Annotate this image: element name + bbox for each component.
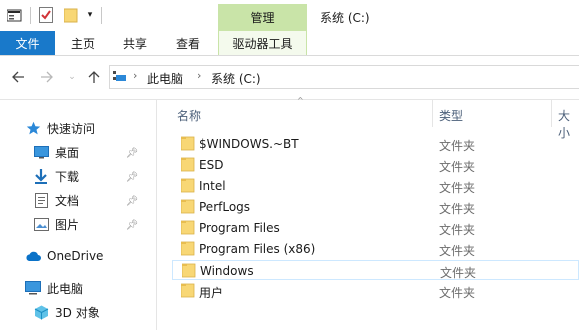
star-icon bbox=[25, 120, 41, 136]
file-type: 文件夹 bbox=[439, 181, 476, 195]
document-icon bbox=[33, 192, 49, 208]
folder-icon bbox=[181, 220, 195, 235]
window-title: 系统 (C:) bbox=[320, 11, 370, 25]
up-button[interactable] bbox=[86, 69, 102, 85]
folder-icon bbox=[181, 178, 195, 193]
nav-label: 下载 bbox=[55, 169, 80, 184]
file-row[interactable]: PerfLogs 文件夹 bbox=[172, 197, 579, 217]
back-arrow-icon bbox=[11, 71, 24, 83]
tab-drive-tools[interactable]: 驱动器工具 bbox=[218, 31, 307, 55]
properties-icon[interactable] bbox=[38, 6, 54, 24]
column-header-type[interactable]: 类型 bbox=[439, 107, 463, 124]
ribbon-tabs: 文件 主页 共享 查看 驱动器工具 bbox=[0, 31, 579, 56]
folder-icon bbox=[182, 263, 196, 278]
file-name: Intel bbox=[199, 179, 226, 193]
file-name: Program Files bbox=[199, 221, 280, 235]
file-name: $WINDOWS.~BT bbox=[199, 137, 299, 151]
up-arrow-icon bbox=[88, 70, 100, 83]
tab-view[interactable]: 查看 bbox=[172, 31, 204, 55]
pin-icon[interactable]: 📌︎ bbox=[126, 195, 139, 207]
file-name: PerfLogs bbox=[199, 200, 251, 214]
tab-file[interactable]: 文件 bbox=[0, 31, 55, 55]
nav-label: 快速访问 bbox=[47, 121, 96, 136]
column-header-name[interactable]: 名称 bbox=[177, 107, 201, 124]
file-type: 文件夹 bbox=[439, 139, 476, 153]
navigation-pane: 快速访问 桌面 📌︎ 下载 📌︎ 文档 📌︎ 图片 📌︎ OneDrive 此电… bbox=[0, 100, 157, 330]
file-row[interactable]: $WINDOWS.~BT 文件夹 bbox=[172, 134, 579, 154]
navigation-bar: ⌄ › 此电脑 › 系统 (C:) bbox=[0, 56, 579, 100]
folder-icon bbox=[181, 241, 195, 256]
nav-quick-access[interactable]: 快速访问 bbox=[25, 118, 95, 138]
file-type: 文件夹 bbox=[439, 202, 476, 216]
nav-label: 图片 bbox=[55, 217, 80, 232]
nav-item-documents[interactable]: 文档 bbox=[33, 190, 79, 210]
breadcrumb-chevron-icon: › bbox=[133, 69, 138, 82]
address-bar[interactable]: › 此电脑 › 系统 (C:) bbox=[109, 65, 579, 89]
file-row[interactable]: ESD 文件夹 bbox=[172, 155, 579, 175]
sort-ascending-icon: ^ bbox=[297, 96, 304, 105]
forward-arrow-icon bbox=[40, 71, 53, 83]
back-button[interactable] bbox=[10, 69, 26, 85]
explorer-app-icon[interactable] bbox=[6, 6, 22, 24]
picture-icon bbox=[33, 216, 49, 232]
new-folder-icon[interactable] bbox=[63, 6, 79, 24]
column-divider[interactable] bbox=[551, 100, 552, 127]
nav-label: 文档 bbox=[55, 193, 80, 208]
folder-icon bbox=[181, 283, 195, 298]
nav-item-pictures[interactable]: 图片 bbox=[33, 214, 79, 234]
file-row[interactable]: 用户 文件夹 bbox=[172, 281, 579, 301]
nav-label: 此电脑 bbox=[47, 281, 84, 296]
this-pc-small-icon bbox=[113, 71, 127, 86]
desktop-icon bbox=[33, 144, 49, 160]
file-name: 用户 bbox=[199, 286, 224, 300]
file-row[interactable]: Program Files (x86) 文件夹 bbox=[172, 239, 579, 259]
cloud-icon bbox=[25, 248, 41, 264]
chevron-down-icon: ⌄ bbox=[68, 72, 76, 82]
nav-label: 3D 对象 bbox=[55, 305, 100, 320]
file-row[interactable]: Intel 文件夹 bbox=[172, 176, 579, 196]
customize-toolbar-icon[interactable]: ▾ bbox=[85, 6, 95, 24]
file-name: ESD bbox=[199, 158, 224, 172]
pane-divider[interactable] bbox=[156, 100, 157, 330]
tab-share[interactable]: 共享 bbox=[119, 31, 151, 55]
recent-locations-button[interactable]: ⌄ bbox=[64, 69, 80, 85]
file-name: Program Files (x86) bbox=[199, 242, 316, 256]
breadcrumb-system-c[interactable]: 系统 (C:) bbox=[211, 70, 261, 87]
nav-item-desktop[interactable]: 桌面 bbox=[33, 142, 79, 162]
cube-icon bbox=[33, 304, 49, 320]
file-type: 文件夹 bbox=[439, 223, 476, 237]
folder-icon bbox=[181, 199, 195, 214]
download-icon bbox=[33, 168, 49, 184]
pin-icon[interactable]: 📌︎ bbox=[126, 171, 139, 183]
nav-onedrive[interactable]: OneDrive bbox=[25, 246, 103, 266]
nav-item-downloads[interactable]: 下载 bbox=[33, 166, 79, 186]
toolbar-separator bbox=[30, 7, 31, 24]
context-tab-group-manage: 管理 bbox=[218, 4, 307, 31]
title-bar: ▾ 管理 系统 (C:) bbox=[0, 0, 579, 31]
folder-icon bbox=[181, 157, 195, 172]
forward-button[interactable] bbox=[38, 69, 54, 85]
file-row[interactable]: Program Files 文件夹 bbox=[172, 218, 579, 238]
tab-home[interactable]: 主页 bbox=[67, 31, 99, 55]
file-type: 文件夹 bbox=[440, 266, 477, 280]
column-divider[interactable] bbox=[432, 100, 433, 127]
file-type: 文件夹 bbox=[439, 160, 476, 174]
pin-icon[interactable]: 📌︎ bbox=[126, 147, 139, 159]
breadcrumb-chevron-icon: › bbox=[197, 69, 202, 82]
nav-label: OneDrive bbox=[47, 249, 104, 263]
nav-label: 桌面 bbox=[55, 145, 80, 160]
nav-3d-objects[interactable]: 3D 对象 bbox=[33, 302, 100, 322]
file-type: 文件夹 bbox=[439, 286, 476, 300]
folder-icon bbox=[181, 136, 195, 151]
file-type: 文件夹 bbox=[439, 244, 476, 258]
toolbar-separator bbox=[101, 7, 102, 24]
breadcrumb-this-pc[interactable]: 此电脑 bbox=[147, 70, 183, 87]
nav-this-pc[interactable]: 此电脑 bbox=[25, 278, 83, 298]
pin-icon[interactable]: 📌︎ bbox=[126, 219, 139, 231]
file-row[interactable]: Windows 文件夹 bbox=[172, 260, 579, 280]
computer-icon bbox=[25, 280, 41, 296]
file-name: Windows bbox=[200, 264, 254, 278]
